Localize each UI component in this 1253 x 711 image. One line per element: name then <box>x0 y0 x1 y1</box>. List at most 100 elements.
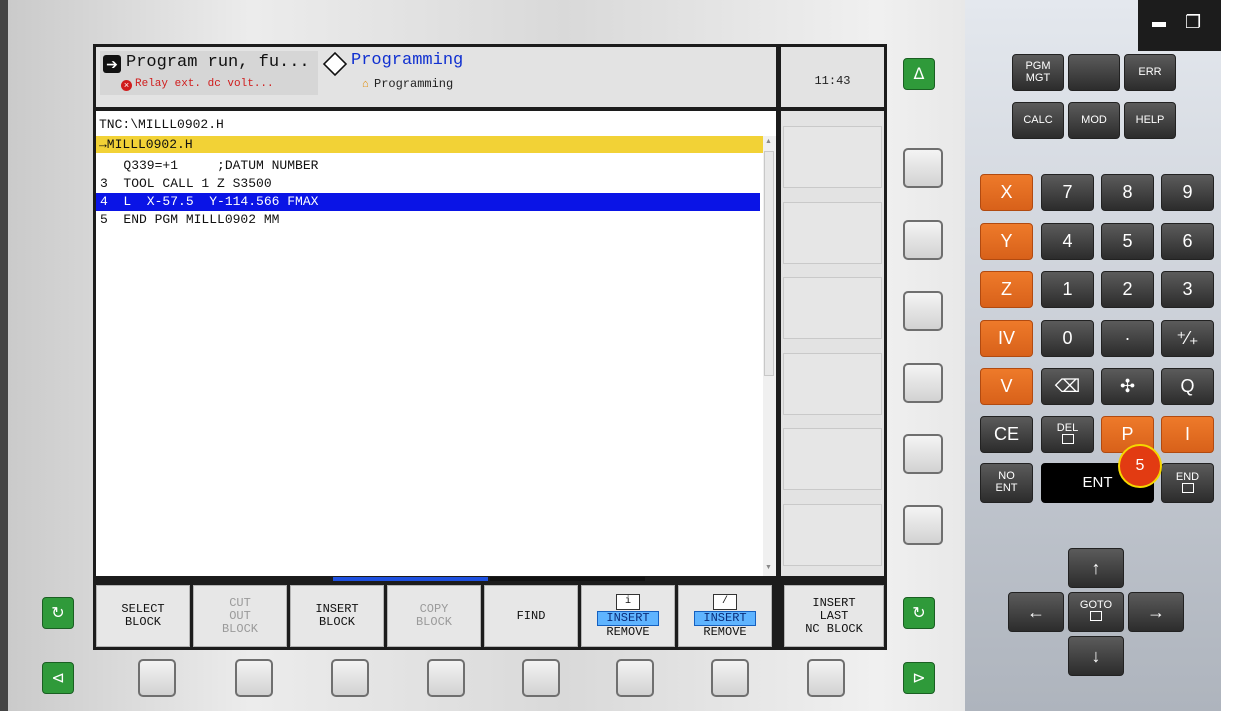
program-line[interactable]: Q339=+1 ;DATUM NUMBER <box>96 157 760 175</box>
error-icon: × <box>121 80 132 91</box>
vertical-softkey-3[interactable] <box>783 277 882 339</box>
cycle-icon: ↻ <box>912 603 926 622</box>
mode-program-run[interactable]: ➔ Program run, fu... × Relay ext. dc vol… <box>100 51 318 95</box>
key-q[interactable]: Q <box>1161 368 1214 405</box>
key-end-label: END <box>1175 471 1200 483</box>
softkey-page-indicator <box>490 577 645 581</box>
key-goto-label: GOTO <box>1079 599 1113 611</box>
softkey-insert-block[interactable]: INSERT BLOCK <box>290 585 384 647</box>
key-axis-x[interactable]: X <box>980 174 1033 211</box>
key-5[interactable]: 5 <box>1101 223 1154 260</box>
key-end[interactable]: END <box>1161 463 1214 503</box>
switch-softkey-bar-left[interactable]: ↻ <box>42 597 74 629</box>
program-editor[interactable]: TNC:\MILLL0902.H →MILLL0902.H Q339=+1 ;D… <box>96 111 776 576</box>
hw-softkey-v4[interactable] <box>903 363 943 403</box>
softkey-row-prev[interactable]: ⊲ <box>42 662 74 694</box>
vertical-softkey-6[interactable] <box>783 504 882 566</box>
softkey-label: FIND <box>516 608 546 623</box>
hw-softkey-h6[interactable] <box>616 659 654 697</box>
vertical-scrollbar[interactable]: ▲ ▼ <box>763 136 776 576</box>
key-goto[interactable]: GOTO <box>1068 592 1124 632</box>
key-2[interactable]: 2 <box>1101 271 1154 308</box>
program-line[interactable]: 5 END PGM MILLL0902 MM <box>96 211 760 229</box>
key-decimal-point[interactable]: · <box>1101 320 1154 357</box>
key-pgm-mgt[interactable]: PGM MGT <box>1012 54 1064 91</box>
softkey-remove-label: REMOVE <box>703 624 747 639</box>
key-help[interactable]: HELP <box>1124 102 1176 139</box>
softkey-bar-up-button[interactable]: Δ <box>903 58 935 90</box>
key-9[interactable]: 9 <box>1161 174 1214 211</box>
vertical-softkey-5[interactable] <box>783 428 882 490</box>
cnc-screen: ➔ Program run, fu... × Relay ext. dc vol… <box>93 44 887 650</box>
vertical-softkey-1[interactable] <box>783 126 882 188</box>
key-calc[interactable]: CALC <box>1012 102 1064 139</box>
hw-softkey-h4[interactable] <box>427 659 465 697</box>
softkey-insert-remove-comment[interactable]: i INSERT REMOVE <box>581 585 675 647</box>
program-line-selected[interactable]: 4 L X-57.5 Y-114.566 FMAX <box>96 193 760 211</box>
key-axis-z[interactable]: Z <box>980 271 1033 308</box>
hw-softkey-v2[interactable] <box>903 220 943 260</box>
key-8[interactable]: 8 <box>1101 174 1154 211</box>
softkey-copy-block[interactable]: COPY BLOCK <box>387 585 481 647</box>
key-no-ent[interactable]: NO ENT <box>980 463 1033 503</box>
key-6[interactable]: 6 <box>1161 223 1214 260</box>
restore-icon[interactable]: ❐ <box>1185 12 1201 33</box>
arrow-down-key[interactable]: ↓ <box>1068 636 1124 676</box>
error-message[interactable]: Relay ext. dc volt... <box>135 78 274 90</box>
arrow-left-key[interactable]: ← <box>1008 592 1064 632</box>
softkey-cut-out-block[interactable]: CUT OUT BLOCK <box>193 585 287 647</box>
key-3[interactable]: 3 <box>1161 271 1214 308</box>
hw-softkey-h5[interactable] <box>522 659 560 697</box>
arrow-right-key[interactable]: → <box>1128 592 1184 632</box>
switch-softkey-bar-right[interactable]: ↻ <box>903 597 935 629</box>
softkey-remove-label: REMOVE <box>606 624 650 639</box>
softkey-insert-last-nc-block[interactable]: INSERT LAST NC BLOCK <box>784 585 884 647</box>
program-lines: Q339=+1 ;DATUM NUMBER 3 TOOL CALL 1 Z S3… <box>96 157 760 229</box>
key-del[interactable]: DEL <box>1041 416 1094 453</box>
scroll-up-icon[interactable]: ▲ <box>765 138 772 145</box>
key-axis-y[interactable]: Y <box>980 223 1033 260</box>
hw-softkey-v3[interactable] <box>903 291 943 331</box>
scroll-down-icon[interactable]: ▼ <box>765 564 772 571</box>
key-plus-minus[interactable]: ⁺⁄₊ <box>1161 320 1214 357</box>
hw-softkey-h8[interactable] <box>807 659 845 697</box>
softkey-insert-remove-skip[interactable]: / INSERT REMOVE <box>678 585 772 647</box>
arrow-up-key[interactable]: ↑ <box>1068 548 1124 588</box>
key-1[interactable]: 1 <box>1041 271 1094 308</box>
right-margin <box>1221 0 1253 711</box>
key-ce[interactable]: CE <box>980 416 1033 453</box>
scrollbar-thumb[interactable] <box>764 151 774 376</box>
key-i[interactable]: I <box>1161 416 1214 453</box>
vertical-softkey-2[interactable] <box>783 202 882 264</box>
hw-softkey-h2[interactable] <box>235 659 273 697</box>
program-line[interactable]: 3 TOOL CALL 1 Z S3500 <box>96 175 760 193</box>
hw-softkey-h7[interactable] <box>711 659 749 697</box>
softkey-select-block[interactable]: SELECT BLOCK <box>96 585 190 647</box>
hw-softkey-h1[interactable] <box>138 659 176 697</box>
key-0[interactable]: 0 <box>1041 320 1094 357</box>
softkey-label: SELECT BLOCK <box>121 602 165 629</box>
triangle-right-icon: ⊳ <box>912 668 926 687</box>
key-7[interactable]: 7 <box>1041 174 1094 211</box>
minimize-icon[interactable] <box>1152 22 1166 27</box>
hw-softkey-v6[interactable] <box>903 505 943 545</box>
square-icon <box>1181 483 1194 493</box>
hw-softkey-v5[interactable] <box>903 434 943 474</box>
key-4[interactable]: 4 <box>1041 223 1094 260</box>
hw-softkey-v1[interactable] <box>903 148 943 188</box>
vertical-softkey-4[interactable] <box>783 353 882 415</box>
program-run-icon: ➔ <box>103 55 121 73</box>
softkey-row-next[interactable]: ⊳ <box>903 662 935 694</box>
key-axis-v[interactable]: V <box>980 368 1033 405</box>
softkey-find[interactable]: FIND <box>484 585 578 647</box>
actual-position-icon[interactable]: ✣ <box>1101 368 1154 405</box>
square-icon <box>1061 434 1074 444</box>
backspace-icon[interactable]: ⌫ <box>1041 368 1094 405</box>
softkey-label: INSERT BLOCK <box>315 602 359 629</box>
key-mod[interactable]: MOD <box>1068 102 1120 139</box>
key-axis-iv[interactable]: IV <box>980 320 1033 357</box>
hw-softkey-h3[interactable] <box>331 659 369 697</box>
key-blank[interactable] <box>1068 54 1120 91</box>
window-controls: ❐ <box>1138 0 1221 51</box>
key-err[interactable]: ERR <box>1124 54 1176 91</box>
